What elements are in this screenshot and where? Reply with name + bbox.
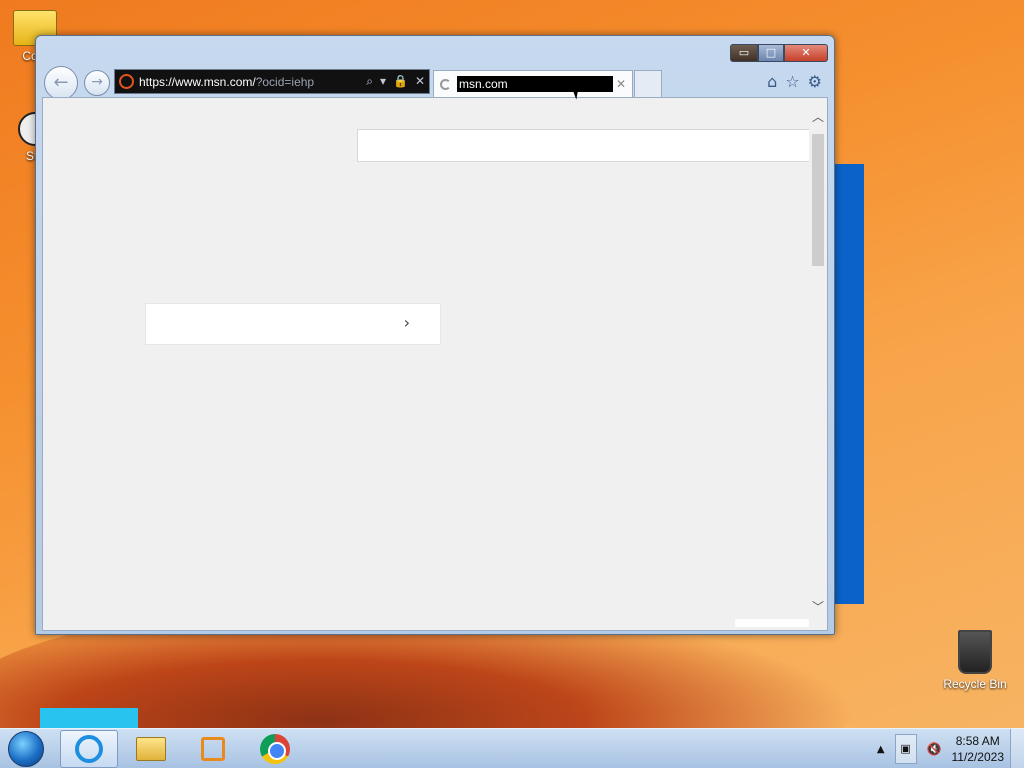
window-controls: ▭ □ ✕ (730, 44, 828, 62)
internet-explorer-icon (75, 735, 103, 763)
content-card-link[interactable]: › (145, 303, 441, 345)
home-icon[interactable]: ⌂ (767, 72, 777, 91)
minimize-button[interactable]: ▭ (730, 44, 758, 62)
taskbar-internet-explorer[interactable] (60, 730, 118, 768)
address-text[interactable]: https://www.msn.com/?ocid=iehp (139, 75, 366, 89)
taskbar-media-player[interactable] (184, 730, 242, 768)
address-bar[interactable]: https://www.msn.com/?ocid=iehp ⌕ ▾ 🔒 ✕ (114, 69, 430, 94)
back-button[interactable]: ← (44, 66, 78, 100)
taskbar: ▲ ▣ 🔇 8:58 AM 11/2/2023 (0, 728, 1024, 768)
tab-msn[interactable]: msn.com ✕ (433, 70, 633, 97)
loading-spinner-icon (440, 78, 451, 90)
tab-title: msn.com (457, 76, 613, 92)
close-button[interactable]: ✕ (784, 44, 828, 62)
clock[interactable]: 8:58 AM 11/2/2023 (952, 733, 1005, 765)
internet-explorer-window: ▭ □ ✕ ← → https://www.msn.com/?ocid=iehp… (35, 35, 835, 635)
footer-strip (735, 619, 811, 627)
tab-close-button[interactable]: ✕ (616, 77, 626, 91)
desktop-icon-label: Recycle Bin (943, 677, 1007, 691)
taskbar-file-explorer[interactable] (122, 730, 180, 768)
ie-favicon-icon (119, 74, 134, 89)
show-desktop-button[interactable] (1010, 729, 1024, 768)
dropdown-arrow-icon[interactable]: ▾ (380, 74, 386, 89)
media-player-icon (201, 737, 225, 761)
clock-date: 11/2/2023 (951, 750, 1005, 764)
volume-muted-icon[interactable]: 🔇 (927, 742, 942, 756)
address-host: https://www.msn.com/ (139, 74, 256, 89)
maximize-button[interactable]: □ (758, 44, 784, 62)
desktop-icon-recycle-bin[interactable]: Recycle Bin (940, 630, 1010, 691)
file-explorer-icon (136, 737, 166, 761)
taskbar-thumbnail-strip (40, 708, 138, 728)
command-icons: ⌂ ☆ ⚙ (767, 72, 822, 91)
chrome-icon (260, 734, 290, 764)
address-path: ?ocid=iehp (255, 74, 315, 89)
favorites-star-icon[interactable]: ☆ (785, 72, 799, 91)
recycle-bin-icon (958, 630, 992, 674)
show-hidden-icons-icon[interactable]: ▲ (877, 744, 885, 755)
lock-icon[interactable]: 🔒 (393, 74, 408, 89)
taskbar-chrome[interactable] (246, 730, 304, 768)
search-input[interactable] (357, 129, 813, 162)
clock-time: 8:58 AM (955, 734, 1000, 748)
settings-gear-icon[interactable]: ⚙ (808, 72, 822, 91)
system-tray: ▲ ▣ 🔇 8:58 AM 11/2/2023 (877, 729, 1004, 768)
forward-button[interactable]: → (84, 70, 110, 96)
scroll-thumb[interactable] (812, 134, 824, 266)
vertical-scrollbar[interactable]: ︿ ﹀ (809, 98, 827, 630)
start-button[interactable] (8, 731, 44, 767)
network-icon[interactable]: ▣ (894, 734, 917, 764)
new-tab-button[interactable] (634, 70, 662, 97)
address-tools: ⌕ ▾ 🔒 ✕ (366, 74, 425, 89)
scroll-down-button[interactable]: ﹀ (809, 598, 827, 616)
scroll-up-button[interactable]: ︿ (809, 108, 827, 126)
chevron-right-icon: › (403, 313, 410, 332)
search-icon[interactable]: ⌕ (366, 74, 373, 89)
stop-icon[interactable]: ✕ (415, 74, 425, 89)
page-content: › ︿ ﹀ (42, 97, 828, 631)
